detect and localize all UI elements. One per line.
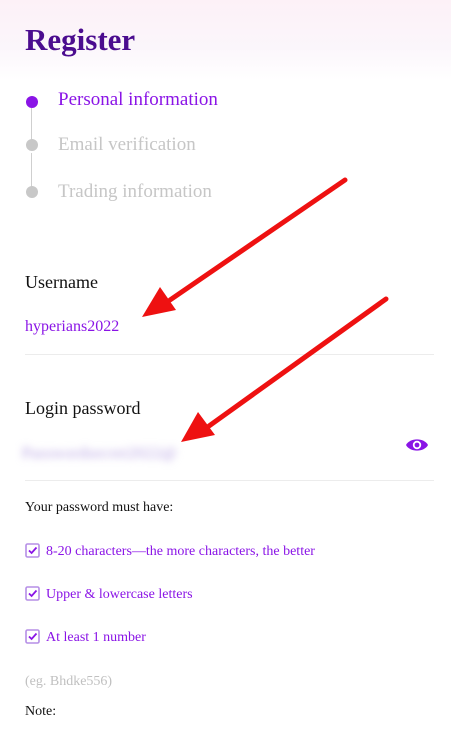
username-label: Username	[25, 272, 98, 292]
password-requirements-title: Your password must have:	[25, 500, 174, 515]
step-label: Email verification	[58, 134, 196, 155]
password-example-hint: (eg. Bhdke556)	[25, 674, 113, 689]
registration-stepper: Personal information Email verification …	[25, 86, 425, 216]
requirement-text: Upper & lowercase letters	[46, 587, 193, 602]
page-title: Register	[25, 22, 136, 57]
checkbox-checked-icon	[25, 629, 40, 644]
password-underline	[25, 480, 434, 481]
arrow-to-password	[181, 296, 389, 442]
step-indicator	[26, 186, 38, 198]
note-label: Note:	[25, 704, 57, 719]
requirement-item: 8-20 characters—the more characters, the…	[25, 542, 425, 564]
requirement-item: At least 1 number	[25, 628, 425, 650]
username-field[interactable]: hyperians2022	[25, 316, 119, 338]
username-underline	[25, 354, 434, 355]
requirement-text: 8-20 characters—the more characters, the…	[46, 544, 315, 559]
step-personal-information: Personal information	[25, 86, 425, 116]
checkbox-checked-icon	[25, 586, 40, 601]
step-label: Personal information	[58, 89, 218, 110]
requirement-text: At least 1 number	[46, 630, 146, 645]
step-label: Trading information	[58, 181, 212, 202]
step-indicator	[26, 139, 38, 151]
requirement-item: Upper & lowercase letters	[25, 585, 425, 607]
step-indicator-active	[26, 96, 38, 108]
step-trading-information: Trading information	[25, 178, 425, 208]
password-field[interactable]: Passwordsecret2022@	[22, 442, 177, 466]
step-email-verification: Email verification	[25, 131, 425, 161]
eye-icon[interactable]	[405, 434, 429, 456]
checkbox-checked-icon	[25, 543, 40, 558]
password-label: Login password	[25, 398, 141, 418]
